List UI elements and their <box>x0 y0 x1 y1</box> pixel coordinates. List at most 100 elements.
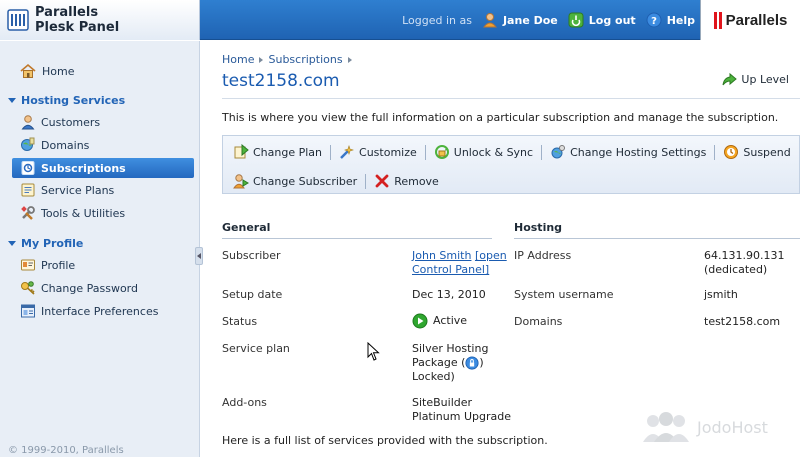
service-plan-line3: Locked) <box>412 370 455 383</box>
unlock-sync-label: Unlock & Sync <box>453 145 534 159</box>
open-control-panel-link-b[interactable]: Control Panel] <box>412 263 489 276</box>
toolbar-separator <box>330 144 332 160</box>
change-plan-button[interactable]: Change Plan <box>233 144 328 160</box>
sidebar-item-label: Profile <box>41 258 76 272</box>
status-text: Active <box>433 314 468 327</box>
sidebar-section-hosting-services[interactable]: Hosting Services <box>8 94 125 107</box>
general-section-title: General <box>222 221 271 234</box>
hosting-settings-icon <box>551 145 566 159</box>
logout-label: Log out <box>588 13 636 27</box>
customer-icon <box>21 115 35 130</box>
toolbar-row-1: Change Plan Customize Unlock & Sync Chan… <box>233 142 797 162</box>
sidebar-item-interface-preferences[interactable]: Interface Preferences <box>20 302 158 320</box>
subscription-toolbar: Change Plan Customize Unlock & Sync Chan… <box>222 135 800 194</box>
addons-label: Add-ons <box>222 396 267 409</box>
sidebar-item-label: Subscriptions <box>41 161 126 175</box>
addons-value: SiteBuilder Platinum Upgrade <box>412 396 511 424</box>
sidebar-item-tools-utilities[interactable]: Tools & Utilities <box>20 204 125 222</box>
collapse-caret-icon <box>8 98 16 103</box>
service-plan-label: Service plan <box>222 342 290 355</box>
sidebar-item-label: Service Plans <box>41 183 115 197</box>
sidebar-item-profile[interactable]: Profile <box>20 256 75 274</box>
section-title: Hosting Services <box>21 94 126 107</box>
sidebar-item-service-plans[interactable]: Service Plans <box>20 181 114 199</box>
lock-sync-icon[interactable] <box>465 356 479 370</box>
remove-button[interactable]: Remove <box>374 173 445 189</box>
sidebar-item-domains[interactable]: Domains <box>20 136 89 154</box>
breadcrumb-home[interactable]: Home <box>222 53 254 66</box>
tools-icon <box>21 206 35 220</box>
hosting-section-title: Hosting <box>514 221 563 234</box>
open-control-panel-link-a[interactable]: [open <box>475 249 507 262</box>
title-divider <box>222 98 800 99</box>
subscriber-label: Subscriber <box>222 249 281 262</box>
service-plan-line2-end: ) <box>479 356 484 369</box>
parallels-brand[interactable]: Parallels <box>700 0 800 40</box>
remove-x-icon <box>375 174 389 188</box>
interface-preferences-icon <box>21 304 35 318</box>
ip-address-label: IP Address <box>514 249 572 262</box>
customize-button[interactable]: Customize <box>339 144 423 160</box>
remove-label: Remove <box>394 174 439 188</box>
page-description: This is where you view the full informat… <box>222 111 779 124</box>
unlock-sync-button[interactable]: Unlock & Sync <box>434 144 539 160</box>
up-level-button[interactable]: Up Level <box>721 71 789 87</box>
toolbar-separator <box>541 144 543 160</box>
setup-date-value: Dec 13, 2010 <box>412 288 486 301</box>
user-name: Jane Doe <box>502 13 558 27</box>
sidebar-item-home[interactable]: Home <box>20 63 74 79</box>
unlock-sync-icon <box>434 145 449 159</box>
breadcrumb: Home Subscriptions <box>222 53 352 66</box>
domains-label: Domains <box>514 315 563 328</box>
toolbar-separator <box>714 144 716 160</box>
subscriber-name-link[interactable]: John Smith <box>412 249 471 262</box>
system-username-label: System username <box>514 288 614 301</box>
service-plan-value: Silver Hosting Package ( ) Locked) <box>412 342 488 384</box>
sidebar-item-label: Home <box>42 64 75 78</box>
subscriptions-icon <box>21 161 35 175</box>
sidebar-section-my-profile[interactable]: My Profile <box>8 237 83 250</box>
suspend-label: Suspend <box>743 145 791 159</box>
change-hosting-settings-button[interactable]: Change Hosting Settings <box>550 144 712 160</box>
change-subscriber-label: Change Subscriber <box>253 174 358 188</box>
help-label: Help <box>666 13 695 27</box>
service-plan-line1: Silver Hosting <box>412 342 489 355</box>
mouse-cursor-icon <box>367 342 380 361</box>
sidebar-item-label: Tools & Utilities <box>41 206 126 220</box>
product-line1: Parallels <box>35 5 99 20</box>
product-line2: Plesk Panel <box>35 20 120 35</box>
suspend-icon <box>724 145 739 159</box>
header-user-area: Logged in as Jane Doe Log out ? Help <box>402 0 695 40</box>
breadcrumb-subscriptions[interactable]: Subscriptions <box>268 53 342 66</box>
customize-icon <box>340 145 354 159</box>
suspend-button[interactable]: Suspend <box>723 144 796 160</box>
ip-address-value: 64.131.90.131 (dedicated) <box>704 249 784 277</box>
sidebar-item-customers[interactable]: Customers <box>20 113 100 131</box>
page-title: test2158.com <box>222 71 340 91</box>
product-name: Parallels Plesk Panel <box>35 5 119 35</box>
help-icon: ? <box>646 12 662 28</box>
addons-line2: Platinum Upgrade <box>412 410 511 423</box>
change-plan-icon <box>234 144 249 159</box>
sidebar-item-label: Customers <box>41 115 101 129</box>
section-title: My Profile <box>21 237 84 250</box>
addons-line1: SiteBuilder <box>412 396 473 409</box>
collapse-caret-icon <box>8 241 16 246</box>
user-link[interactable]: Jane Doe <box>482 12 558 28</box>
help-button[interactable]: ? Help <box>646 12 695 28</box>
key-icon <box>21 281 35 295</box>
sidebar-item-label: Domains <box>41 138 90 152</box>
watermark-text: JodoHost <box>697 417 768 437</box>
logout-button[interactable]: Log out <box>568 12 636 28</box>
breadcrumb-separator-icon <box>347 56 352 63</box>
sidebar-collapse-handle[interactable] <box>195 247 203 265</box>
product-logo[interactable]: Parallels Plesk Panel <box>0 0 200 40</box>
plesk-logo-icon <box>7 9 29 31</box>
services-list-note: Here is a full list of services provided… <box>222 434 548 447</box>
sidebar-item-subscriptions[interactable]: Subscriptions <box>12 158 194 178</box>
home-icon <box>20 63 36 78</box>
sidebar-item-change-password[interactable]: Change Password <box>20 279 138 297</box>
watermark: JodoHost <box>641 412 768 442</box>
domains-value: test2158.com <box>704 315 781 328</box>
change-subscriber-button[interactable]: Change Subscriber <box>233 173 363 189</box>
